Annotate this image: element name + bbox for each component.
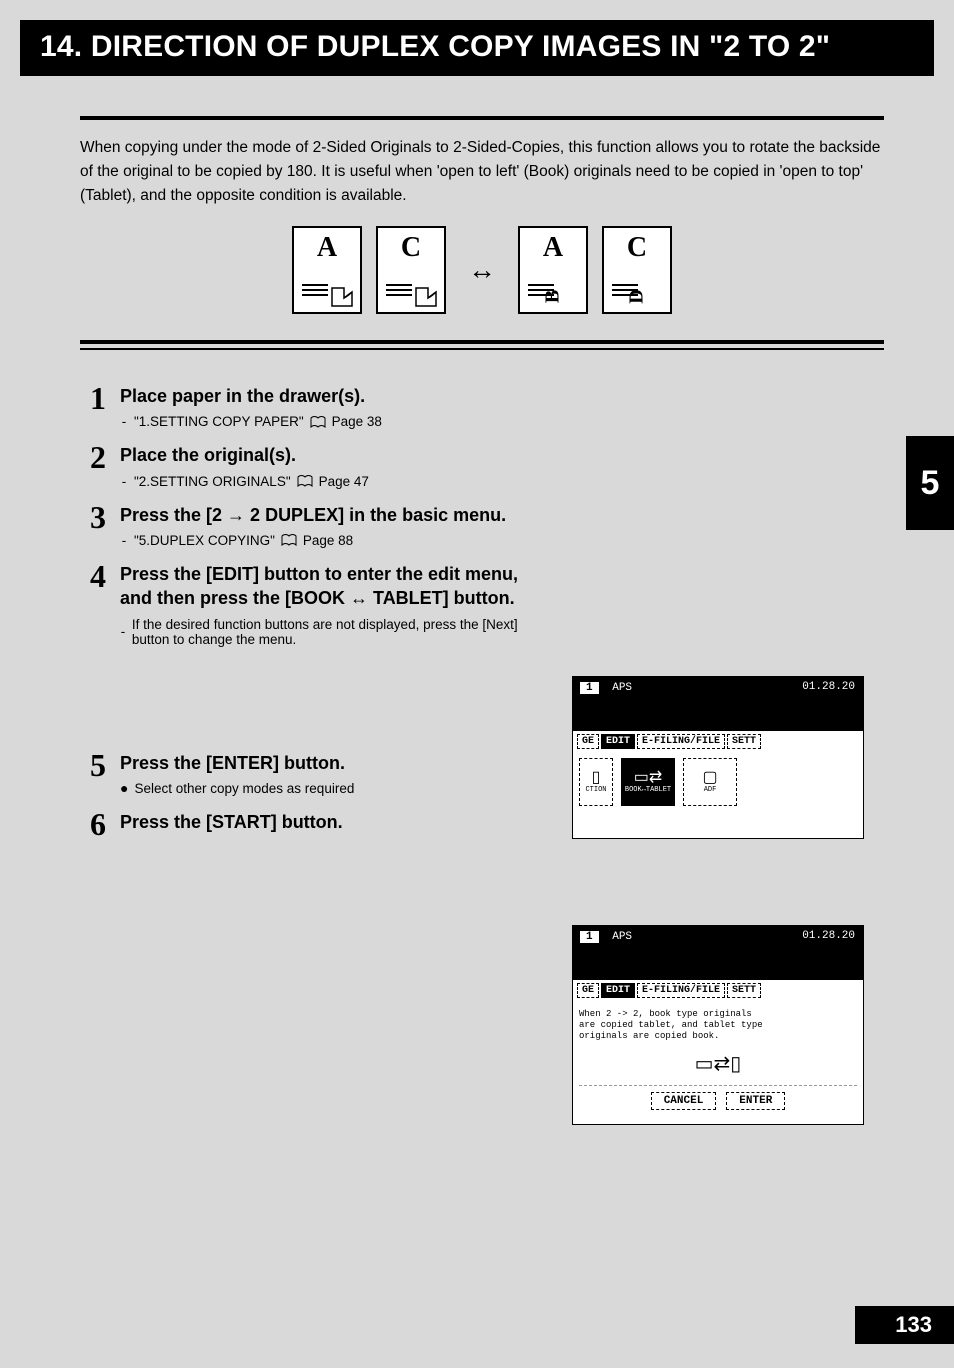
lcd-clock: 01.28.20 [802, 930, 855, 942]
lcd-counter: 1 [579, 681, 600, 695]
lcd-func-adf[interactable]: ▢ ADF [683, 758, 737, 806]
figure-tile-rotated-letter: B [542, 290, 565, 303]
lcd-tab-row: GE EDIT E-FILING/FILE SETT [573, 980, 863, 1001]
lcd-func-label: CTION [585, 786, 606, 794]
figure-tile-letter: A [317, 234, 337, 262]
lcd-enter-button[interactable]: ENTER [726, 1092, 785, 1110]
lcd-func-label: ADF [704, 786, 717, 794]
figure-tile-letter: C [401, 234, 421, 262]
double-arrow-icon: ↔ [460, 254, 504, 286]
figure-tile: C [376, 226, 446, 314]
step-number: 1 [80, 382, 106, 414]
page-flip-icon [330, 286, 356, 308]
book-icon [310, 416, 326, 428]
rule-mid-thin [80, 348, 884, 350]
lcd-tab-edit[interactable]: EDIT [601, 983, 635, 998]
lcd-tab[interactable]: GE [577, 734, 599, 749]
book-tablet-icon: ▭⇄▯ [695, 1054, 742, 1077]
step-number: 2 [80, 441, 106, 473]
figure-duplex-direction: A C ↔ A B C D [80, 226, 884, 314]
step-reference: - "2.SETTING ORIGINALS" Page 47 [120, 474, 884, 489]
intro-paragraph: When copying under the mode of 2-Sided O… [80, 136, 884, 208]
lcd-tab[interactable]: SETT [727, 734, 761, 749]
step-number: 5 [80, 749, 106, 781]
book-tablet-icon: ▭⇄ [634, 770, 663, 786]
lcd-button-row: CANCEL ENTER [579, 1085, 857, 1118]
lcd-screenshot-edit-menu: 1 APS 01.28.20 GE EDIT E-FILING/FILE SET… [572, 676, 864, 839]
step-number: 6 [80, 808, 106, 840]
step-number: 4 [80, 560, 106, 592]
page-number: 133 [855, 1306, 954, 1344]
lcd-func-label: BOOK↔TABLET [625, 786, 671, 794]
figure-tile-letter: C [627, 234, 647, 262]
step-reference: - "1.SETTING COPY PAPER" Page 38 [120, 414, 884, 429]
step-3: 3 Press the [2 → 2 DUPLEX] in the basic … [80, 503, 884, 552]
step-heading: Press the [2 → 2 DUPLEX] in the basic me… [120, 503, 884, 527]
chapter-tab: 5 [906, 436, 954, 530]
lcd-cancel-button[interactable]: CANCEL [651, 1092, 717, 1110]
step-4: 4 Press the [EDIT] button to enter the e… [80, 562, 884, 651]
step-1: 1 Place paper in the drawer(s). - "1.SET… [80, 384, 884, 433]
rule-top-thick [80, 116, 884, 120]
lcd-counter: 1 [579, 930, 600, 944]
page-flip-icon [414, 286, 440, 308]
step-heading: Place the original(s). [120, 443, 884, 467]
lcd-message: When 2 -> 2, book type originals are cop… [579, 1007, 857, 1051]
section-title: 14. DIRECTION OF DUPLEX COPY IMAGES IN "… [40, 30, 914, 64]
adf-icon: ▢ [702, 770, 717, 786]
lcd-tab[interactable]: E-FILING/FILE [637, 983, 725, 998]
ref-text: "1.SETTING COPY PAPER" [134, 414, 304, 429]
lcd-clock: 01.28.20 [802, 681, 855, 693]
ref-text: "5.DUPLEX COPYING" [134, 533, 275, 548]
step-heading: Place paper in the drawer(s). [120, 384, 884, 408]
lcd-header: 1 APS 01.28.20 [573, 926, 863, 980]
lcd-tab-row: GE EDIT E-FILING/FILE SETT [573, 731, 863, 752]
doc-icon: ▯ [592, 770, 601, 786]
step-heading: Press the [EDIT] button to enter the edi… [120, 562, 540, 611]
ref-page: Page 88 [303, 533, 353, 548]
lcd-function-row: ▯ CTION ▭⇄ BOOK↔TABLET ▢ ADF [579, 758, 857, 806]
figure-tile-lines [386, 284, 412, 296]
lcd-aps: APS [612, 931, 632, 943]
step-reference: - "5.DUPLEX COPYING" Page 88 [120, 533, 884, 548]
section-title-bar: 14. DIRECTION OF DUPLEX COPY IMAGES IN "… [20, 20, 934, 76]
figure-tile: A B [518, 226, 588, 314]
note-text: If the desired function buttons are not … [132, 617, 540, 647]
figure-tile-rotated-letter: D [626, 289, 649, 303]
lcd-tab[interactable]: GE [577, 983, 599, 998]
ref-page: Page 47 [319, 474, 369, 489]
book-icon [281, 534, 297, 546]
ref-page: Page 38 [332, 414, 382, 429]
step-2: 2 Place the original(s). - "2.SETTING OR… [80, 443, 884, 492]
lcd-func-button[interactable]: ▯ CTION [579, 758, 613, 806]
lcd-func-book-tablet[interactable]: ▭⇄ BOOK↔TABLET [621, 758, 675, 806]
book-icon [297, 475, 313, 487]
figure-tile: A [292, 226, 362, 314]
figure-tile-lines [302, 284, 328, 296]
bullet-text: Select other copy modes as required [134, 781, 354, 796]
step-number: 3 [80, 501, 106, 533]
figure-tile: C D [602, 226, 672, 314]
ref-text: "2.SETTING ORIGINALS" [134, 474, 291, 489]
rule-mid-thick [80, 340, 884, 344]
lcd-header: 1 APS 01.28.20 [573, 677, 863, 731]
lcd-aps: APS [612, 682, 632, 694]
lcd-tab[interactable]: SETT [727, 983, 761, 998]
step-note: - If the desired function buttons are no… [120, 617, 540, 647]
lcd-screenshot-confirm: 1 APS 01.28.20 GE EDIT E-FILING/FILE SET… [572, 925, 864, 1125]
figure-tile-letter: A [543, 234, 563, 262]
lcd-tab[interactable]: E-FILING/FILE [637, 734, 725, 749]
lcd-tab-edit[interactable]: EDIT [601, 734, 635, 749]
